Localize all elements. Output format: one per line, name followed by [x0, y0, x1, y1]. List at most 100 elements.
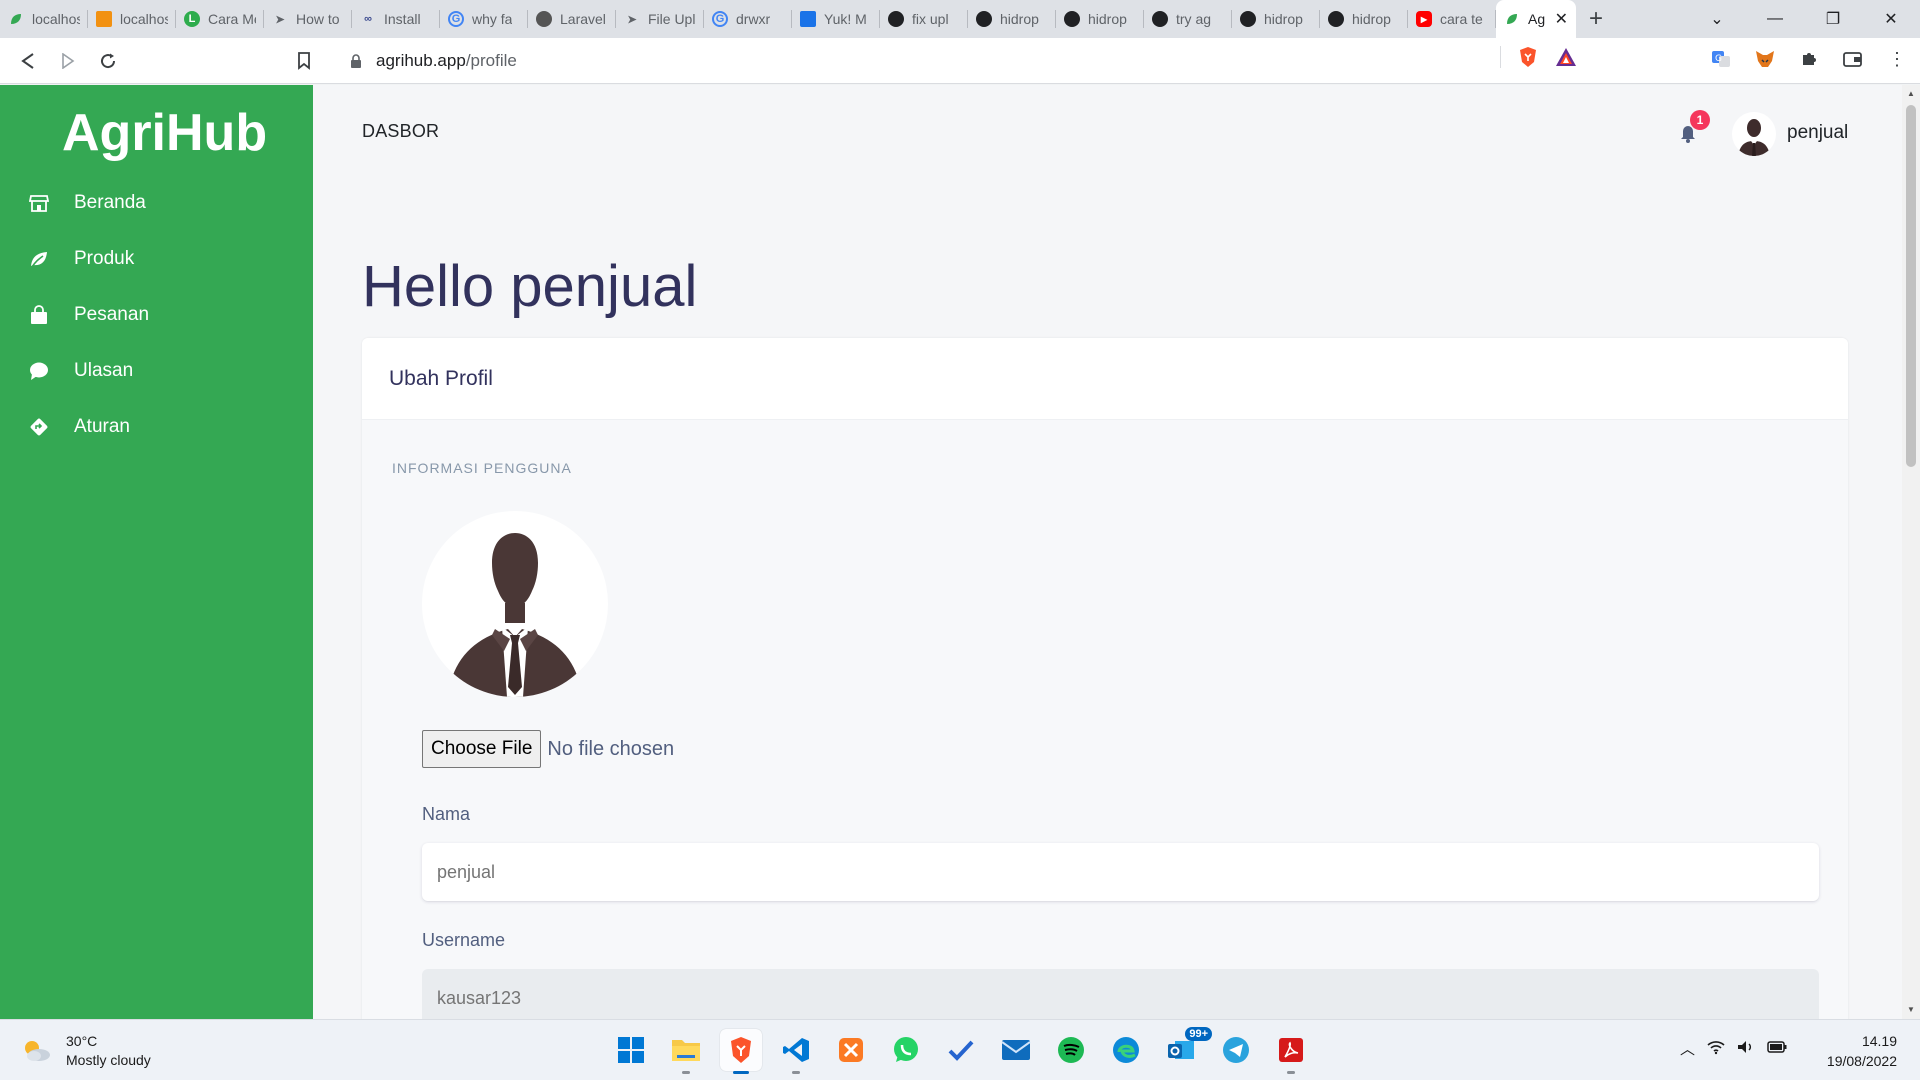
chevron-up-icon[interactable]: ︿	[1680, 1038, 1695, 1059]
avatar[interactable]	[1732, 112, 1776, 156]
scroll-down-arrow-icon[interactable]: ▼	[1906, 1005, 1916, 1015]
browser-tab[interactable]: ▶ cara te	[1408, 0, 1496, 38]
clock-date: 19/08/2022	[1826, 1053, 1897, 1069]
page-scrollbar[interactable]: ▲ ▼	[1902, 85, 1920, 1019]
url-host: agrihub.app	[376, 51, 466, 70]
weather-widget[interactable]: 30°C Mostly cloudy	[20, 1032, 151, 1070]
paper-plane-icon: ➤	[627, 13, 637, 26]
volume-icon[interactable]	[1737, 1039, 1755, 1059]
tab-search-icon[interactable]: ⌄	[1688, 0, 1746, 38]
browser-tab-active[interactable]: Ag ✕	[1496, 0, 1576, 38]
shopping-bag-icon	[28, 304, 50, 326]
close-tab-icon[interactable]: ✕	[1555, 9, 1568, 29]
choose-file-button[interactable]: Choose File	[422, 730, 542, 768]
github-icon	[1152, 11, 1168, 27]
start-button[interactable]	[610, 1029, 652, 1071]
taskbar-todo[interactable]	[940, 1029, 982, 1071]
web-page: AgriHub Beranda Produk Pesanan Ulasan At…	[0, 85, 1920, 1019]
scroll-up-arrow-icon[interactable]: ▲	[1906, 89, 1916, 99]
menu-icon[interactable]: ⋮	[1886, 48, 1908, 70]
taskbar-file-explorer[interactable]	[665, 1029, 707, 1074]
taskbar-vscode[interactable]	[775, 1029, 817, 1074]
new-tab-button[interactable]: +	[1576, 0, 1616, 38]
wifi-icon[interactable]	[1707, 1039, 1725, 1059]
sidebar-item-produk[interactable]: Produk	[28, 239, 298, 279]
sidebar-item-label: Produk	[74, 248, 135, 269]
weather-desc: Mostly cloudy	[66, 1052, 151, 1068]
extensions-puzzle-icon[interactable]	[1798, 48, 1820, 70]
battery-icon[interactable]	[1767, 1040, 1787, 1058]
sidebar-item-pesanan[interactable]: Pesanan	[28, 295, 298, 335]
browser-tab[interactable]: Laravel	[528, 0, 616, 38]
checkmark-icon	[948, 1040, 974, 1061]
chart-icon	[800, 11, 816, 27]
folder-icon	[672, 1040, 700, 1061]
nama-input[interactable]	[422, 843, 1819, 901]
whatsapp-icon	[894, 1037, 918, 1062]
wallet-icon[interactable]	[1842, 48, 1864, 70]
taskbar-whatsapp[interactable]	[885, 1029, 927, 1071]
browser-tab[interactable]: Yuk! M	[792, 0, 880, 38]
address-bar[interactable]: agrihub.app/profile	[332, 43, 1588, 79]
directions-icon	[28, 416, 50, 438]
metamask-icon[interactable]	[1754, 48, 1776, 70]
browser-tab[interactable]: Gdrwxr	[704, 0, 792, 38]
sidebar-item-aturan[interactable]: Aturan	[28, 407, 298, 447]
browser-tab[interactable]: hidrop	[1056, 0, 1144, 38]
minimize-button[interactable]: —	[1746, 0, 1804, 38]
browser-tab[interactable]: LCara Membuat	[176, 0, 264, 38]
brave-rewards-icon[interactable]	[1555, 46, 1577, 68]
google-icon: G	[712, 11, 728, 27]
main-content: DASBOR 1 penjual Hello penjual Ubah Prof…	[313, 85, 1900, 1019]
spotify-icon	[1058, 1037, 1084, 1063]
forward-button[interactable]	[48, 38, 88, 84]
sidebar-item-label: Beranda	[74, 192, 146, 213]
sidebar-item-ulasan[interactable]: Ulasan	[28, 351, 298, 391]
browser-tab[interactable]: Gwhy fa	[440, 0, 528, 38]
taskbar-spotify[interactable]	[1050, 1029, 1092, 1071]
brave-shields-icon[interactable]	[1517, 46, 1539, 68]
section-label: INFORMASI PENGGUNA	[392, 460, 572, 476]
browser-tab[interactable]: hidrop	[1232, 0, 1320, 38]
running-indicator	[792, 1071, 800, 1074]
taskbar-edge[interactable]	[1105, 1029, 1147, 1071]
browser-tab[interactable]: ∞ Install	[352, 0, 440, 38]
browser-tab[interactable]: ➤ File Upl	[616, 0, 704, 38]
youtube-icon: ▶	[1416, 11, 1432, 27]
omnibox-actions	[1500, 46, 1577, 68]
browser-tab[interactable]: localhost	[88, 0, 176, 38]
browser-tab[interactable]: fix upl	[880, 0, 968, 38]
scrollbar-thumb[interactable]	[1906, 105, 1916, 467]
back-button[interactable]	[8, 38, 48, 84]
translate-icon[interactable]: G	[1710, 48, 1732, 70]
github-icon	[888, 11, 904, 27]
browser-tab[interactable]: try ag	[1144, 0, 1232, 38]
store-icon	[28, 192, 50, 214]
file-upload: Choose File No file chosen	[422, 730, 674, 768]
github-icon	[976, 11, 992, 27]
reload-button[interactable]	[88, 38, 128, 84]
restore-button[interactable]: ❐	[1804, 0, 1862, 38]
running-indicator	[733, 1071, 749, 1074]
close-window-button[interactable]: ✕	[1862, 0, 1920, 38]
browser-tab[interactable]: localhost	[0, 0, 88, 38]
taskbar-mail[interactable]	[995, 1029, 1037, 1071]
username-input[interactable]	[422, 969, 1819, 1019]
taskbar-xampp[interactable]	[830, 1029, 872, 1071]
running-indicator	[1287, 1071, 1295, 1074]
username-label: Username	[422, 930, 506, 950]
sidebar-item-beranda[interactable]: Beranda	[28, 183, 298, 223]
browser-tab[interactable]: hidrop	[968, 0, 1056, 38]
github-icon	[1240, 11, 1256, 27]
brand-logo[interactable]: AgriHub	[62, 103, 267, 163]
system-clock[interactable]: 14.19 19/08/2022	[1812, 1031, 1897, 1071]
browser-tab[interactable]: hidrop	[1320, 0, 1408, 38]
taskbar-outlook[interactable]: 99+	[1160, 1027, 1212, 1071]
taskbar-brave[interactable]	[720, 1029, 762, 1074]
user-name[interactable]: penjual	[1787, 122, 1848, 144]
leaf-icon	[1504, 11, 1520, 27]
taskbar-telegram[interactable]	[1215, 1029, 1257, 1071]
browser-tab[interactable]: ➤ How to	[264, 0, 352, 38]
taskbar-acrobat[interactable]	[1270, 1029, 1312, 1074]
bookmark-icon[interactable]	[284, 38, 324, 84]
